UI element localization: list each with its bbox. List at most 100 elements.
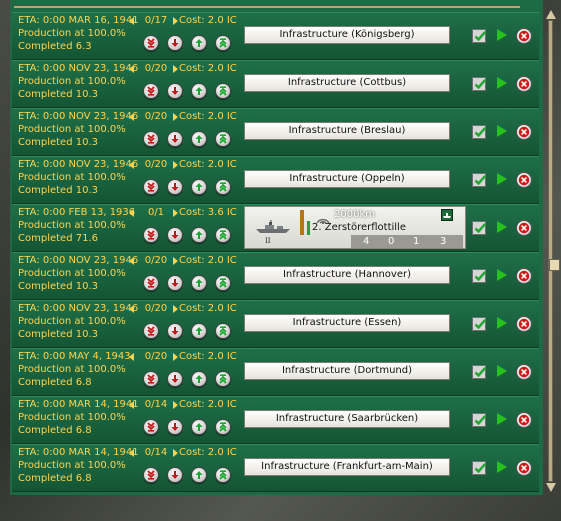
play-icon[interactable]: [497, 29, 507, 41]
play-icon[interactable]: [497, 365, 507, 377]
delete-icon[interactable]: [516, 364, 532, 380]
checkmark-icon[interactable]: [472, 413, 486, 427]
move-to-bottom-icon[interactable]: [143, 35, 159, 51]
increase-count-arrow-icon[interactable]: [173, 209, 178, 217]
scroll-down-arrow-icon[interactable]: [546, 483, 556, 492]
decrease-count-arrow-icon[interactable]: [129, 353, 134, 361]
play-icon[interactable]: [497, 77, 507, 89]
move-to-bottom-icon[interactable]: [143, 227, 159, 243]
delete-icon[interactable]: [516, 460, 532, 476]
move-to-top-icon[interactable]: [215, 83, 231, 99]
scrollbar[interactable]: [545, 10, 560, 492]
project-name-button[interactable]: Infrastructure (Oppeln): [244, 170, 450, 188]
checkmark-icon[interactable]: [472, 29, 486, 43]
project-name-button[interactable]: Infrastructure (Frankfurt-am-Main): [244, 458, 450, 476]
move-to-bottom-icon[interactable]: [143, 323, 159, 339]
move-down-icon[interactable]: [167, 275, 183, 291]
move-to-bottom-icon[interactable]: [143, 131, 159, 147]
increase-count-arrow-icon[interactable]: [173, 161, 178, 169]
unit-card[interactable]: II 2000km 2. Zerstörerflottille 4 0 1 3: [244, 206, 466, 249]
checkmark-icon[interactable]: [472, 365, 486, 379]
checkmark-icon[interactable]: [472, 269, 486, 283]
move-down-icon[interactable]: [167, 131, 183, 147]
project-name-button[interactable]: Infrastructure (Saarbrücken): [244, 410, 450, 428]
move-to-bottom-icon[interactable]: [143, 419, 159, 435]
checkmark-icon[interactable]: [472, 125, 486, 139]
move-to-bottom-icon[interactable]: [143, 371, 159, 387]
play-icon[interactable]: [497, 221, 507, 233]
move-down-icon[interactable]: [167, 179, 183, 195]
project-name-button[interactable]: Infrastructure (Dortmund): [244, 362, 450, 380]
move-up-icon[interactable]: [191, 467, 207, 483]
project-name-button[interactable]: Infrastructure (Hannover): [244, 266, 450, 284]
delete-icon[interactable]: [516, 124, 532, 140]
checkmark-icon[interactable]: [472, 173, 486, 187]
move-down-icon[interactable]: [167, 35, 183, 51]
play-icon[interactable]: [497, 269, 507, 281]
decrease-count-arrow-icon[interactable]: [129, 65, 134, 73]
move-to-bottom-icon[interactable]: [143, 179, 159, 195]
increase-count-arrow-icon[interactable]: [173, 257, 178, 265]
move-down-icon[interactable]: [167, 227, 183, 243]
increase-count-arrow-icon[interactable]: [173, 401, 178, 409]
move-up-icon[interactable]: [191, 323, 207, 339]
delete-icon[interactable]: [516, 268, 532, 284]
move-up-icon[interactable]: [191, 83, 207, 99]
delete-icon[interactable]: [516, 316, 532, 332]
project-name-button[interactable]: Infrastructure (Königsberg): [244, 26, 450, 44]
play-icon[interactable]: [497, 413, 507, 425]
move-to-top-icon[interactable]: [215, 275, 231, 291]
decrease-count-arrow-icon[interactable]: [129, 305, 134, 313]
increase-count-arrow-icon[interactable]: [173, 353, 178, 361]
delete-icon[interactable]: [516, 76, 532, 92]
play-icon[interactable]: [497, 173, 507, 185]
decrease-count-arrow-icon[interactable]: [129, 17, 134, 25]
move-to-bottom-icon[interactable]: [143, 83, 159, 99]
move-down-icon[interactable]: [167, 371, 183, 387]
move-to-bottom-icon[interactable]: [143, 467, 159, 483]
move-down-icon[interactable]: [167, 467, 183, 483]
delete-icon[interactable]: [516, 412, 532, 428]
move-to-bottom-icon[interactable]: [143, 275, 159, 291]
checkmark-icon[interactable]: [472, 317, 486, 331]
decrease-count-arrow-icon[interactable]: [129, 449, 134, 457]
move-up-icon[interactable]: [191, 227, 207, 243]
increase-count-arrow-icon[interactable]: [173, 449, 178, 457]
decrease-count-arrow-icon[interactable]: [129, 113, 134, 121]
project-name-button[interactable]: Infrastructure (Essen): [244, 314, 450, 332]
increase-count-arrow-icon[interactable]: [173, 113, 178, 121]
checkmark-icon[interactable]: [472, 221, 486, 235]
move-down-icon[interactable]: [167, 83, 183, 99]
move-to-top-icon[interactable]: [215, 323, 231, 339]
move-up-icon[interactable]: [191, 131, 207, 147]
move-up-icon[interactable]: [191, 371, 207, 387]
move-up-icon[interactable]: [191, 179, 207, 195]
project-name-button[interactable]: Infrastructure (Breslau): [244, 122, 450, 140]
scroll-up-arrow-icon[interactable]: [546, 10, 556, 19]
decrease-count-arrow-icon[interactable]: [129, 209, 134, 217]
move-to-top-icon[interactable]: [215, 371, 231, 387]
increase-count-arrow-icon[interactable]: [173, 65, 178, 73]
increase-count-arrow-icon[interactable]: [173, 17, 178, 25]
move-up-icon[interactable]: [191, 275, 207, 291]
scroll-track[interactable]: [548, 20, 560, 482]
increase-count-arrow-icon[interactable]: [173, 305, 178, 313]
move-to-top-icon[interactable]: [215, 35, 231, 51]
move-to-top-icon[interactable]: [215, 467, 231, 483]
move-to-top-icon[interactable]: [215, 419, 231, 435]
move-down-icon[interactable]: [167, 419, 183, 435]
play-icon[interactable]: [497, 125, 507, 137]
delete-icon[interactable]: [516, 28, 532, 44]
decrease-count-arrow-icon[interactable]: [129, 161, 134, 169]
move-up-icon[interactable]: [191, 35, 207, 51]
delete-icon[interactable]: [516, 172, 532, 188]
move-up-icon[interactable]: [191, 419, 207, 435]
move-to-top-icon[interactable]: [215, 131, 231, 147]
play-icon[interactable]: [497, 461, 507, 473]
scroll-thumb[interactable]: [549, 259, 560, 271]
move-to-top-icon[interactable]: [215, 227, 231, 243]
move-to-top-icon[interactable]: [215, 179, 231, 195]
project-name-button[interactable]: Infrastructure (Cottbus): [244, 74, 450, 92]
move-down-icon[interactable]: [167, 323, 183, 339]
checkmark-icon[interactable]: [472, 461, 486, 475]
